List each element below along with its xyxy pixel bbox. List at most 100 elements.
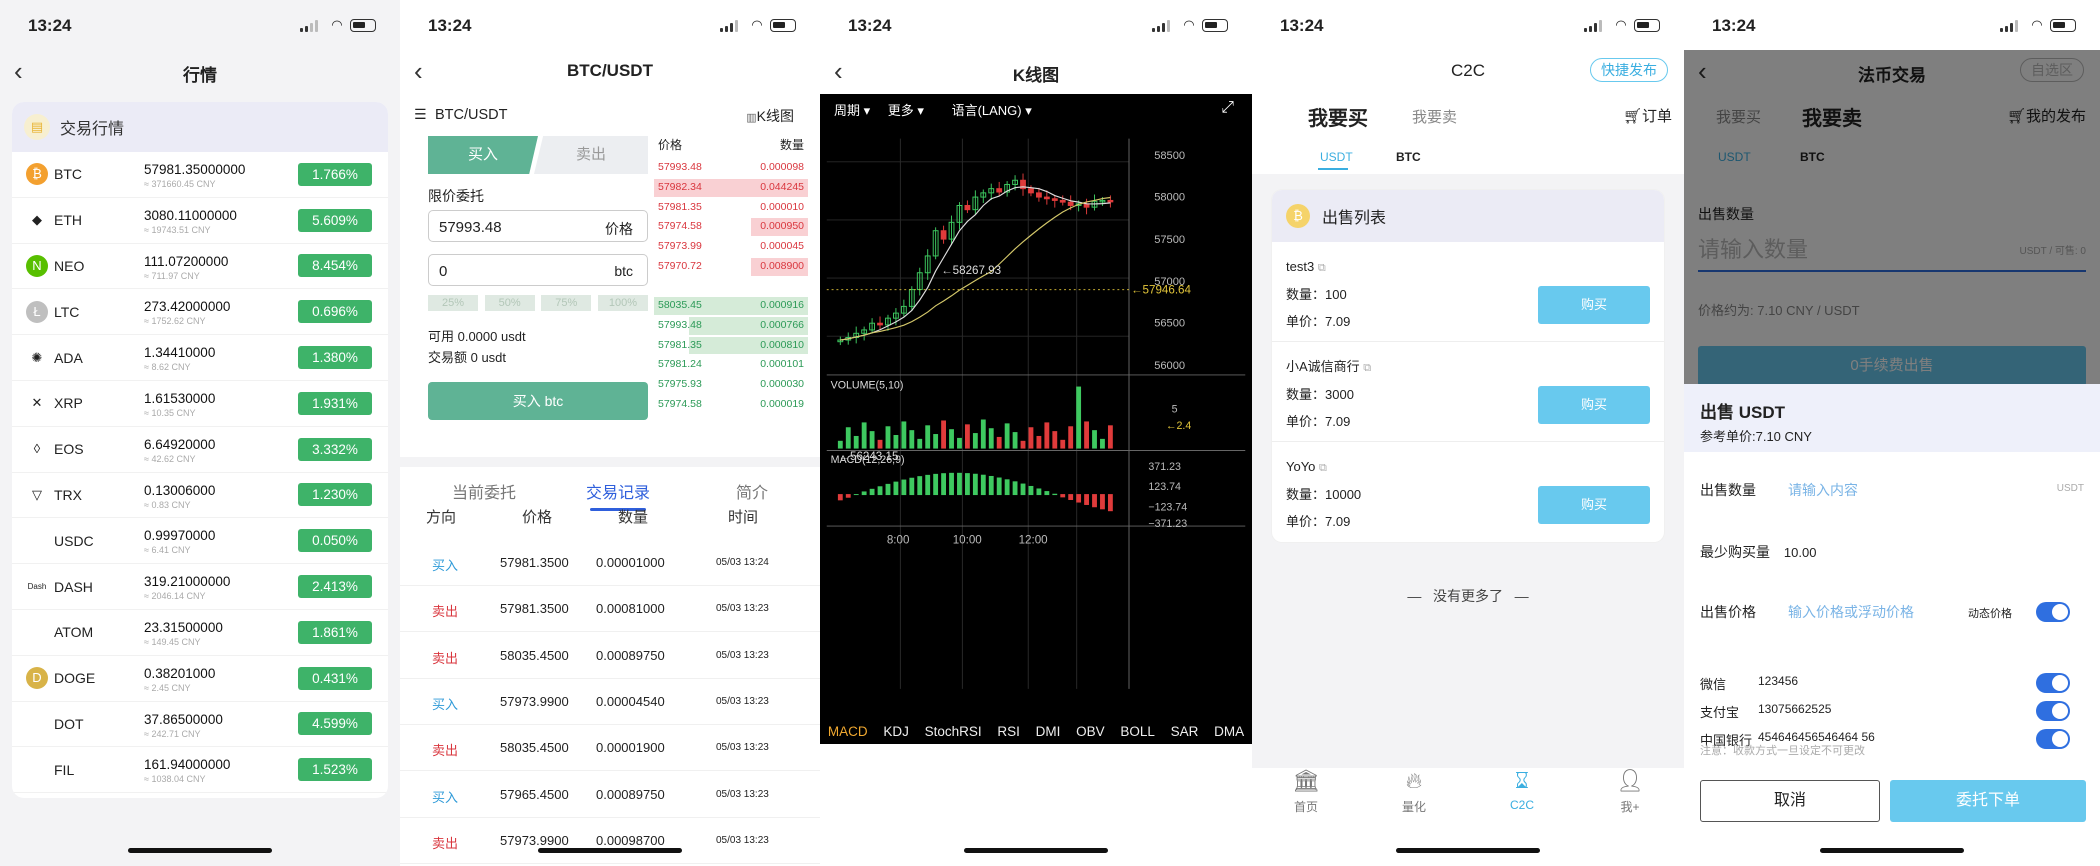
record-row[interactable]: 卖出 58035.4500 0.00089750 05/03 13:23 (400, 633, 820, 679)
market-row[interactable]: N NEO 111.07200000 ≈ 711.97 CNY 8.454% (12, 244, 388, 290)
submit-order-button[interactable]: 委托下单 (1890, 780, 2086, 822)
tab-sell[interactable]: 我要卖 (1412, 106, 1457, 127)
pct-75-button[interactable]: 75% (541, 295, 592, 311)
price-input[interactable]: 57993.48 价格 (428, 210, 648, 242)
indicator-rsi[interactable]: RSI (997, 724, 1020, 739)
quick-publish-button[interactable]: 快捷发布 (1590, 58, 1668, 82)
market-row[interactable]: ✺ ADA 1.34410000 ≈ 8.62 CNY 1.380% (12, 335, 388, 381)
record-row[interactable]: 卖出 58035.4500 0.00001900 05/03 13:23 (400, 725, 820, 772)
payment-toggle[interactable] (2036, 729, 2070, 749)
orderbook-row[interactable]: 57982.34 0.044245 (654, 178, 808, 198)
tab-intro[interactable]: 简介 (736, 479, 768, 503)
tab-c2c[interactable]: ⌛︎ C2C (1492, 768, 1552, 828)
orderbook-row[interactable]: 57975.93 0.000030 (654, 375, 808, 395)
orders-link[interactable]: 🛒︎订单 (1623, 105, 1672, 126)
buy-button[interactable]: 购买 (1538, 286, 1650, 324)
pct-50-button[interactable]: 50% (484, 295, 535, 311)
market-row[interactable]: FIL 161.94000000 ≈ 1038.04 CNY 1.523% (12, 747, 388, 794)
indicator-dmi[interactable]: DMI (1036, 724, 1061, 739)
record-direction: 买入 (432, 558, 459, 573)
market-screen: 13:24 ◠ ‹ 行情 ▤ 交易行情 ₿ BTC 57981.35000000 ≈ … (0, 0, 400, 866)
amount-input[interactable]: 0 btc (428, 254, 648, 286)
chat-icon[interactable]: ⧉ (1363, 362, 1371, 374)
market-row[interactable]: ATOM 23.31500000 ≈ 149.45 CNY 1.861% (12, 610, 388, 656)
tab-trade-records[interactable]: 交易记录 (586, 479, 650, 503)
c2c-icon: ⌛︎ (1515, 768, 1529, 793)
coin-cny: ≈ 6.41 CNY (144, 545, 191, 556)
ob-price: 58035.45 (658, 299, 702, 311)
market-row[interactable]: ₿ BTC 57981.35000000 ≈ 371660.45 CNY 1.766% (12, 152, 388, 198)
orderbook-row[interactable]: 57993.48 0.000098 (654, 158, 808, 178)
indicator-kdj[interactable]: KDJ (883, 724, 909, 739)
sell-qty-input[interactable]: 请输入内容 (1788, 480, 1858, 500)
buy-button[interactable]: 购买 (1538, 486, 1650, 524)
chat-icon[interactable]: ⧉ (1319, 462, 1327, 474)
orderbook-row[interactable]: 57970.72 0.008900 (654, 257, 808, 277)
status-bar: 13:24 ◠ (400, 0, 820, 50)
coin-tab-usdt[interactable]: USDT (1320, 150, 1353, 164)
buy-button[interactable]: 购买 (1538, 386, 1650, 424)
tab-me[interactable]: 👤︎ 我+ (1600, 768, 1660, 828)
record-row[interactable]: 卖出 57973.9900 0.00098700 05/03 13:23 (400, 818, 820, 864)
macd-bar (901, 479, 907, 496)
indicator-macd[interactable]: MACD (828, 724, 868, 739)
sell-tab[interactable]: 卖出 (534, 136, 648, 174)
record-row[interactable]: 买入 57965.4500 0.00089750 05/03 13:23 (400, 772, 820, 818)
market-row[interactable]: ◊ EOS 6.64920000 ≈ 42.62 CNY 3.332% (12, 427, 388, 473)
orderbook-row[interactable]: 57973.99 0.000045 (654, 237, 808, 257)
sell-price-input[interactable]: 输入价格或浮动价格 (1788, 602, 1914, 622)
status-time: 13:24 (28, 16, 72, 35)
menu-icon[interactable]: ☰ (414, 106, 427, 122)
coin-price: 111.07200000 (144, 253, 229, 269)
modal-overlay[interactable] (1684, 50, 2100, 384)
orderbook-row[interactable]: 57981.35 0.000010 (654, 198, 808, 218)
indicator-dma[interactable]: DMA (1214, 724, 1244, 739)
atom-coin-icon (26, 621, 48, 644)
indicator-stochrsi[interactable]: StochRSI (925, 724, 982, 739)
indicator-boll[interactable]: BOLL (1120, 724, 1155, 739)
tab-quant[interactable]: 🔥︎ 量化 (1384, 768, 1444, 828)
pct-25-button[interactable]: 25% (428, 295, 478, 311)
ob-qty: 0.000766 (760, 318, 804, 331)
tab-buy[interactable]: 我要买 (1308, 102, 1368, 131)
tab-current-orders[interactable]: 当前委托 (452, 479, 516, 503)
buy-btc-button[interactable]: 买入 btc (428, 382, 648, 420)
market-row[interactable]: USDC 0.99970000 ≈ 6.41 CNY 0.050% (12, 518, 388, 565)
record-row[interactable]: 买入 57973.9900 0.00004540 05/03 13:23 (400, 679, 820, 725)
market-row[interactable]: D DOGE 0.38201000 ≈ 2.45 CNY 0.431% (12, 656, 388, 702)
tab-home[interactable]: 🏛︎ 首页 (1276, 768, 1336, 828)
indicator-obv[interactable]: OBV (1076, 724, 1105, 739)
orderbook-row[interactable]: 57974.58 0.000950 (654, 217, 808, 237)
market-row[interactable]: Ł LTC 273.42000000 ≈ 1752.62 CNY 0.696% (12, 289, 388, 336)
coin-tab-btc[interactable]: BTC (1396, 150, 1421, 164)
kline-screen: 13:24 ◠ ‹ K线图 周期 ▾ 更多 ▾ 语言(LANG) ▾ ⤢ 585… (820, 0, 1252, 866)
change-badge: 2.413% (298, 575, 372, 599)
kline-chart[interactable]: 周期 ▾ 更多 ▾ 语言(LANG) ▾ ⤢ 58500 58000 57500 57… (820, 94, 1252, 744)
indicator-sar[interactable]: SAR (1171, 724, 1199, 739)
ob-price: 57974.58 (658, 220, 702, 233)
record-row[interactable]: 买入 57981.3500 0.00001000 05/03 13:24 (400, 540, 820, 586)
orderbook-row[interactable]: 58035.45 0.000916 (654, 296, 808, 316)
record-row[interactable]: 卖出 57981.3500 0.00081000 05/03 13:23 (400, 586, 820, 633)
orderbook-row[interactable]: 57974.58 0.000019 (654, 395, 808, 415)
market-row[interactable]: DOT 37.86500000 ≈ 242.71 CNY 4.599% (12, 702, 388, 748)
orderbook-row[interactable]: 57981.24 0.000101 (654, 355, 808, 375)
kline-link[interactable]: ▥K线图 (746, 106, 794, 126)
chat-icon[interactable]: ⧉ (1318, 262, 1326, 274)
market-row[interactable]: ✕ XRP 1.61530000 ≈ 10.35 CNY 1.931% (12, 381, 388, 427)
volume-bar (877, 439, 883, 449)
market-row[interactable]: ▽ TRX 0.13006000 ≈ 0.83 CNY 1.230% (12, 473, 388, 519)
orderbook-row[interactable]: 57981.35 0.000810 (654, 336, 808, 356)
market-row[interactable]: ◆ ETH 3080.11000000 ≈ 19743.51 CNY 5.609% (12, 198, 388, 244)
change-badge: 1.380% (298, 346, 372, 370)
pair-label[interactable]: BTC/USDT (435, 107, 508, 123)
cancel-button[interactable]: 取消 (1700, 780, 1880, 822)
payment-toggle[interactable] (2036, 701, 2070, 721)
orderbook-row[interactable]: 57993.48 0.000766 (654, 316, 808, 336)
payment-toggle[interactable] (2036, 673, 2070, 693)
pct-100-button[interactable]: 100% (597, 295, 648, 311)
market-row[interactable]: Dash DASH 319.21000000 ≈ 2046.14 CNY 2.413% (12, 564, 388, 610)
dynamic-price-toggle[interactable] (2036, 602, 2070, 622)
macd-bar (964, 473, 970, 496)
buy-tab[interactable]: 买入 (428, 136, 538, 174)
